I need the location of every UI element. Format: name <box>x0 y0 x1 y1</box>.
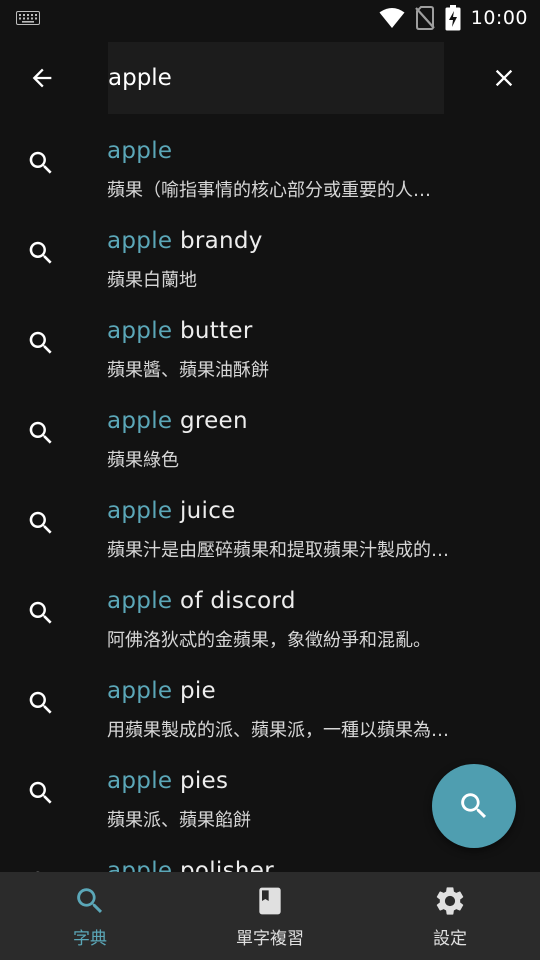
gear-icon <box>436 887 464 915</box>
status-bar: 10:00 <box>0 0 540 36</box>
wifi-icon <box>379 8 405 28</box>
search-icon <box>29 241 52 264</box>
list-item[interactable]: apple green 蘋果綠色 <box>0 390 540 480</box>
keyboard-icon <box>16 11 40 25</box>
result-word: apple green <box>107 408 248 434</box>
result-match: apple <box>107 408 173 434</box>
search-icon <box>29 781 52 804</box>
result-rest: butter <box>172 318 253 344</box>
arrow-left-icon <box>32 68 52 88</box>
nav-vocabulary-review[interactable]: 單字複習 <box>180 872 360 960</box>
result-definition: 蘋果汁是由壓碎蘋果和提取蘋果汁製成的… <box>107 540 449 561</box>
battery-charging-icon <box>445 5 461 31</box>
result-word: apple polisher <box>107 858 274 872</box>
search-icon <box>77 888 103 914</box>
search-icon <box>29 601 52 624</box>
search-fab-button[interactable] <box>432 764 516 848</box>
book-icon <box>259 887 281 915</box>
back-button[interactable] <box>18 54 66 102</box>
list-item[interactable]: apple 蘋果（喻指事情的核心部分或重要的人… <box>0 120 540 210</box>
list-item[interactable]: apple pie 用蘋果製成的派、蘋果派，一種以蘋果為… <box>0 660 540 750</box>
result-rest: green <box>172 408 248 434</box>
nav-label: 設定 <box>433 929 467 949</box>
result-match: apple <box>107 768 173 794</box>
bottom-nav: 字典 單字複習 設定 <box>0 872 540 960</box>
results-list[interactable]: apple 蘋果（喻指事情的核心部分或重要的人… apple brandy 蘋果… <box>0 120 540 872</box>
result-match: apple <box>107 858 173 872</box>
result-match: apple <box>107 588 173 614</box>
status-time: 10:00 <box>470 7 528 29</box>
result-word: apple juice <box>107 498 236 524</box>
no-sim-icon <box>414 6 435 30</box>
result-match: apple <box>107 138 173 164</box>
nav-dictionary[interactable]: 字典 <box>0 872 180 960</box>
result-rest: of discord <box>172 588 296 614</box>
nav-settings[interactable]: 設定 <box>360 872 540 960</box>
result-rest: pies <box>172 768 229 794</box>
result-word: apple of discord <box>107 588 296 614</box>
list-item[interactable]: apple of discord 阿佛洛狄忒的金蘋果，象徵紛爭和混亂。 <box>0 570 540 660</box>
search-box[interactable] <box>108 42 444 114</box>
search-icon <box>29 331 52 354</box>
search-app-bar <box>0 36 540 120</box>
nav-label: 字典 <box>73 929 107 949</box>
result-definition: 蘋果白蘭地 <box>107 270 197 291</box>
result-rest: pie <box>172 678 216 704</box>
result-definition: 蘋果綠色 <box>107 450 179 471</box>
search-icon <box>29 511 52 534</box>
search-input[interactable] <box>108 42 444 114</box>
result-word: apple pie <box>107 678 216 704</box>
result-word: apple pies <box>107 768 228 794</box>
result-match: apple <box>107 228 173 254</box>
search-icon <box>29 421 52 444</box>
search-icon <box>461 793 487 819</box>
result-word: apple butter <box>107 318 253 344</box>
result-rest: brandy <box>172 228 263 254</box>
result-definition: 用蘋果製成的派、蘋果派，一種以蘋果為… <box>107 720 449 741</box>
clear-button[interactable] <box>480 54 528 102</box>
search-icon <box>29 151 52 174</box>
result-definition: 蘋果醬、蘋果油酥餅 <box>107 360 269 381</box>
result-word: apple <box>107 138 172 164</box>
list-item[interactable]: apple butter 蘋果醬、蘋果油酥餅 <box>0 300 540 390</box>
result-rest: juice <box>172 498 236 524</box>
close-icon <box>495 69 513 87</box>
result-match: apple <box>107 498 173 524</box>
result-word: apple brandy <box>107 228 263 254</box>
result-definition: 蘋果（喻指事情的核心部分或重要的人… <box>107 180 431 201</box>
list-item[interactable]: apple brandy 蘋果白蘭地 <box>0 210 540 300</box>
search-icon <box>29 691 52 714</box>
result-match: apple <box>107 318 173 344</box>
result-definition: 阿佛洛狄忒的金蘋果，象徵紛爭和混亂。 <box>107 630 431 651</box>
list-item[interactable]: apple juice 蘋果汁是由壓碎蘋果和提取蘋果汁製成的… <box>0 480 540 570</box>
nav-label: 單字複習 <box>236 929 304 949</box>
result-rest: polisher <box>172 858 274 872</box>
result-match: apple <box>107 678 173 704</box>
